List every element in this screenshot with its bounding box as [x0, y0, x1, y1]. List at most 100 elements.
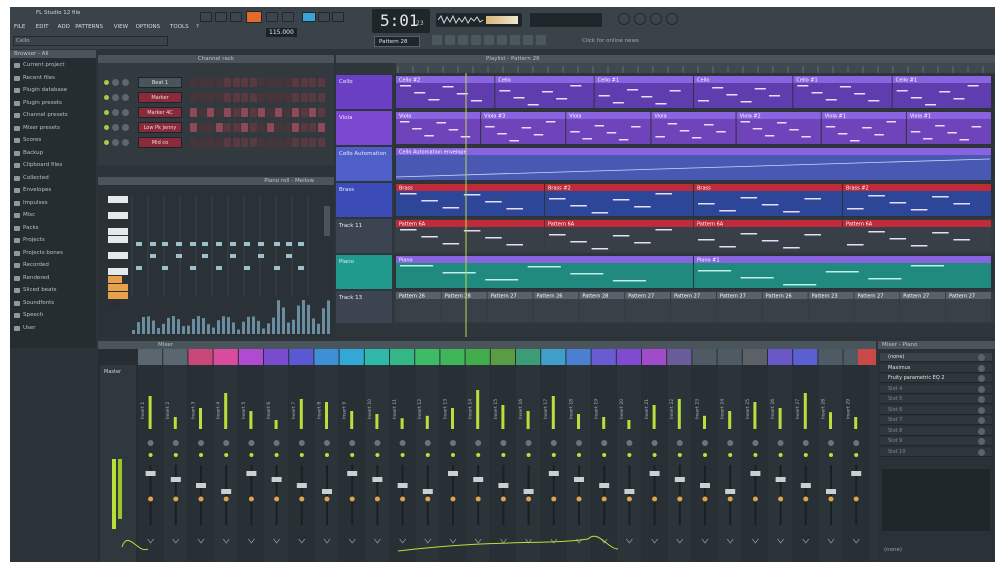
step-button[interactable] — [283, 138, 291, 147]
note[interactable] — [244, 242, 250, 246]
step-button[interactable] — [317, 108, 325, 117]
step-button[interactable] — [292, 93, 299, 102]
insert-color-tab[interactable] — [768, 349, 793, 365]
online-news[interactable]: Click for online news — [582, 38, 639, 44]
mute-led[interactable] — [299, 453, 304, 457]
mixer-strip[interactable] — [843, 365, 868, 562]
velocity-bar[interactable] — [317, 323, 320, 334]
mixer-strip[interactable] — [717, 365, 742, 562]
velocity-bar[interactable] — [142, 316, 145, 334]
step-button[interactable] — [198, 123, 206, 132]
velocity-bar[interactable] — [152, 320, 155, 334]
step-button[interactable] — [309, 138, 316, 147]
route-button[interactable] — [425, 496, 431, 502]
mute-led[interactable] — [577, 453, 581, 457]
note[interactable] — [298, 242, 304, 246]
pan-knob[interactable] — [626, 440, 633, 446]
velocity-bar[interactable] — [277, 300, 280, 334]
step-button[interactable] — [258, 108, 265, 117]
piano-key[interactable] — [108, 228, 128, 235]
piano-key[interactable] — [108, 292, 128, 299]
route-button[interactable] — [727, 496, 733, 502]
channel-led[interactable] — [104, 110, 109, 115]
step-button[interactable] — [317, 138, 325, 147]
clip-header[interactable] — [396, 148, 991, 155]
mute-led[interactable] — [778, 453, 783, 457]
step-button[interactable] — [275, 108, 282, 117]
pan-knob[interactable] — [112, 124, 119, 131]
pan-knob[interactable] — [601, 440, 608, 446]
mixer-strip[interactable] — [339, 365, 364, 562]
step-button[interactable] — [309, 93, 316, 102]
insert-color-tab[interactable] — [188, 349, 213, 365]
step-button[interactable] — [258, 138, 265, 147]
menu-item[interactable]: ? — [196, 24, 199, 30]
mixer-strip[interactable] — [692, 365, 717, 562]
velocity-bar[interactable] — [157, 328, 160, 334]
channel-button[interactable]: Mid co — [138, 137, 182, 148]
step-button[interactable] — [207, 123, 214, 132]
slot-mix-knob[interactable] — [978, 438, 985, 445]
step-button[interactable] — [309, 108, 316, 117]
note[interactable] — [150, 242, 156, 246]
browser-item[interactable]: Impulses — [14, 199, 94, 210]
volume-knob[interactable] — [122, 109, 129, 116]
pan-knob[interactable] — [248, 440, 255, 446]
note[interactable] — [258, 254, 264, 258]
toolbar-icon[interactable] — [497, 35, 507, 45]
velocity-bar[interactable] — [247, 316, 250, 334]
piano-key[interactable] — [108, 212, 128, 219]
insert-color-tab[interactable] — [138, 349, 163, 365]
step-button[interactable] — [190, 108, 197, 117]
route-button[interactable] — [752, 496, 758, 502]
browser-item[interactable]: Plugin presets — [14, 99, 94, 110]
velocity-bar[interactable] — [197, 316, 200, 334]
fader-handle[interactable] — [296, 483, 307, 488]
velocity-bar[interactable] — [137, 322, 140, 334]
step-button[interactable] — [241, 108, 248, 117]
insert-color-tab[interactable] — [314, 349, 339, 365]
note[interactable] — [216, 242, 222, 246]
route-button[interactable] — [576, 496, 582, 502]
effect-slot[interactable]: Fruity parametric EQ 2 — [880, 374, 992, 383]
mute-led[interactable] — [753, 453, 758, 457]
mute-led[interactable] — [224, 453, 229, 457]
pan-knob[interactable] — [324, 440, 330, 446]
toolbar-icon[interactable] — [471, 35, 481, 45]
velocity-bar[interactable] — [172, 316, 175, 334]
step-button[interactable] — [224, 78, 231, 87]
insert-color-tab[interactable] — [642, 349, 667, 365]
step-button[interactable] — [215, 138, 223, 147]
note[interactable] — [230, 254, 236, 258]
note[interactable] — [176, 242, 182, 246]
insert-color-tab[interactable] — [793, 349, 818, 365]
browser-item[interactable]: Collected — [14, 174, 94, 185]
browser-item[interactable]: Speech — [14, 311, 94, 322]
step-button[interactable] — [266, 78, 274, 87]
mute-led[interactable] — [551, 453, 556, 457]
fader-handle[interactable] — [800, 483, 811, 488]
piano-key[interactable] — [108, 236, 128, 243]
fader-handle[interactable] — [170, 477, 181, 482]
velocity-bar[interactable] — [272, 317, 275, 334]
tempo-display[interactable]: 115.000 — [266, 28, 297, 37]
velocity-bar[interactable] — [267, 323, 270, 334]
step-button[interactable] — [266, 138, 274, 147]
mute-led[interactable] — [148, 453, 153, 457]
route-button[interactable] — [148, 496, 154, 502]
note[interactable] — [274, 266, 280, 270]
toolbar-icon[interactable] — [510, 35, 520, 45]
step-button[interactable] — [309, 78, 316, 87]
insert-color-tab[interactable] — [516, 349, 541, 365]
step-button[interactable] — [215, 108, 223, 117]
step-button[interactable] — [258, 78, 265, 87]
browser-item[interactable]: Projects — [14, 236, 94, 247]
mute-led[interactable] — [425, 453, 430, 457]
step-button[interactable] — [266, 108, 274, 117]
mute-led[interactable] — [703, 453, 707, 457]
route-button[interactable] — [828, 496, 834, 502]
step-button[interactable] — [224, 93, 231, 102]
mute-led[interactable] — [501, 453, 506, 457]
note[interactable] — [176, 254, 182, 258]
insert-color-tab[interactable] — [339, 349, 364, 365]
